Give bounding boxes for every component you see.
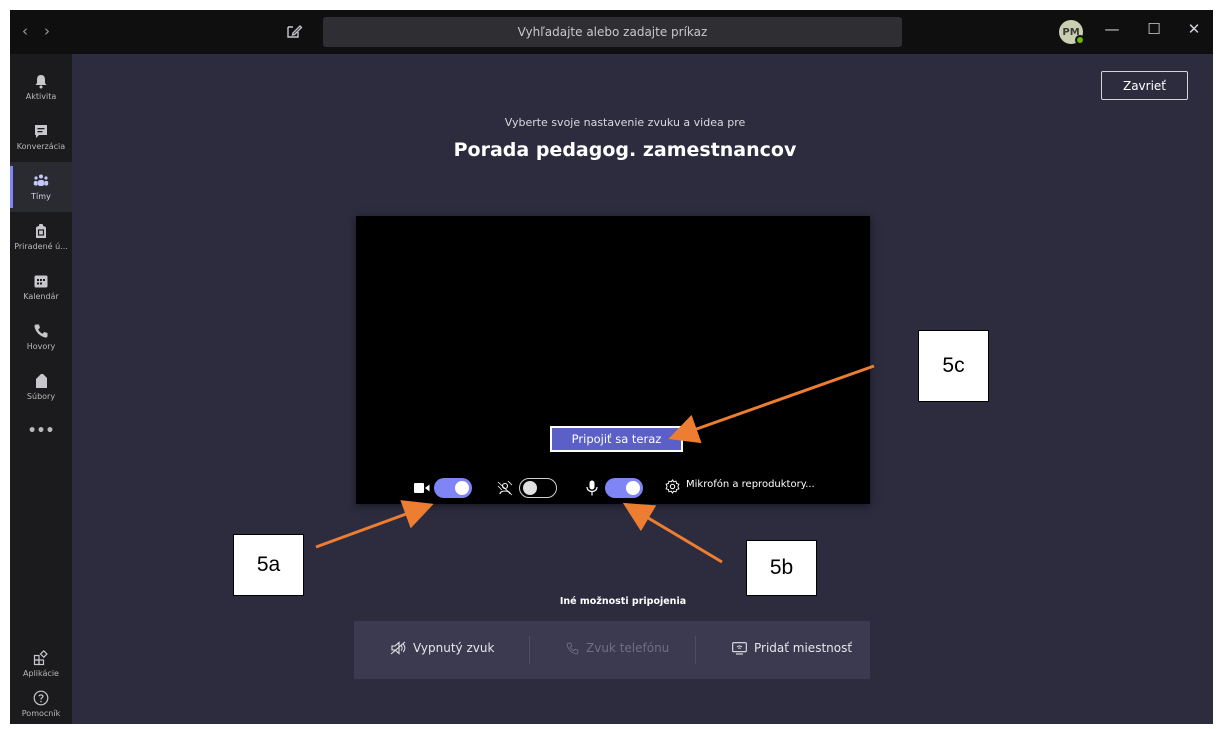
arrow-5b <box>622 502 723 564</box>
annotation-arrows <box>315 364 875 564</box>
arrow-5c <box>668 364 875 444</box>
arrow-5a <box>315 500 434 549</box>
annotation-5c: 5c <box>918 330 989 402</box>
annotation-5a: 5a <box>233 534 304 596</box>
annotation-5b: 5b <box>746 540 817 596</box>
